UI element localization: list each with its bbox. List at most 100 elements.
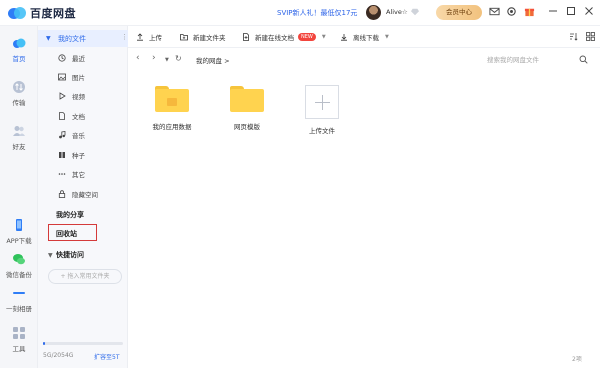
folder-icon [155,86,189,112]
breadcrumb[interactable]: 我的网盘 > [196,55,230,65]
sidebar-item-documents[interactable]: 文档 [58,110,85,122]
friends-icon [13,126,25,136]
title-bar: 百度网盘 SVIP新人礼！最低仅17元 Alive☆ 会员中心 [0,0,600,26]
sidebar-item-music[interactable]: 音乐 [58,129,85,141]
offline-download-button[interactable]: 离线下载 ▼ [340,31,389,43]
sidebar-item-torrents[interactable]: 种子 [58,149,85,161]
clock-icon [58,54,66,62]
chevron-down-icon[interactable]: ▼ [385,34,389,40]
sidebar-my-files-label: 我的文件 [58,35,86,43]
upload-icon [137,33,143,41]
sidebar-item-label: 文档 [72,113,85,121]
more-dots-icon[interactable]: ⋮ [121,33,128,41]
album-icon [13,292,25,294]
username[interactable]: Alive☆ [386,8,408,16]
rail-item-tools[interactable]: 工具 [0,326,38,353]
sidebar-quick-access[interactable]: 快捷访问 [56,250,84,260]
search-input[interactable] [475,52,592,67]
forward-arrow-icon[interactable]: › [152,53,156,63]
file-name: 网页模版 [234,123,260,131]
new-folder-button[interactable]: 新建文件夹 [180,31,226,43]
new-doc-icon [243,33,249,41]
folder-icon [230,86,264,112]
rail-label: 传输 [12,99,26,107]
grid-view-icon[interactable] [586,32,595,41]
lock-icon [58,190,66,198]
document-icon [59,112,65,120]
new-badge: NEW [298,33,316,41]
baidu-cloud-logo-icon [8,6,26,20]
close-icon[interactable] [584,6,594,16]
back-arrow-icon[interactable]: ‹ [136,53,140,63]
new-online-doc-label: 新建在线文档 [255,34,294,42]
sidebar-item-hidden-space[interactable]: 隐藏空间 [58,188,98,200]
rail-item-wechat-backup[interactable]: 微信备份 [0,252,38,279]
history-dropdown-icon[interactable]: ▼ [165,57,169,63]
add-quick-folder-button[interactable]: + 拖入常用文件夹 [48,269,122,284]
rail-item-album[interactable]: 一刻相册 [0,286,38,313]
search-icon[interactable] [579,55,588,64]
item-count: 2项 [572,356,582,363]
vip-gem-icon[interactable] [411,8,419,16]
maximize-icon[interactable] [566,6,576,16]
upload-button[interactable]: 上传 [136,31,162,43]
sidebar-item-videos[interactable]: 视频 [58,90,85,102]
file-name: 我的应用数据 [152,123,192,131]
sort-icon[interactable] [569,32,578,41]
rail-label: 好友 [12,143,26,151]
file-item-folder[interactable]: 网页模版 [212,86,282,131]
sidebar-my-share[interactable]: 我的分享 [56,210,84,220]
svip-promo-link[interactable]: SVIP新人礼！最低仅17元 [277,8,357,18]
rail-item-transfer[interactable]: 传输 [0,80,38,107]
app-title: 百度网盘 [30,7,76,20]
sidebar-item-label: 种子 [72,152,85,160]
tools-icon [13,327,25,339]
chevron-down-icon[interactable]: ▼ [322,34,326,40]
chevron-down-icon: ▼ [46,35,51,42]
sidebar-item-label: 隐藏空间 [72,191,98,199]
sidebar-item-other[interactable]: 其它 [58,168,85,180]
file-item-folder[interactable]: 我的应用数据 [137,86,207,131]
rail-item-app-download[interactable]: APP下载 [0,218,38,245]
phone-icon [16,219,22,231]
rail-item-friends[interactable]: 好友 [0,124,38,151]
sidebar-item-recent[interactable]: 最近 [58,52,85,64]
chevron-down-icon[interactable]: ▼ [48,252,53,259]
sidebar-recycle-bin[interactable]: 回收站 [56,229,77,239]
rail-item-home[interactable]: 首页 [0,36,38,63]
sidebar-my-files[interactable]: ▼ 我的文件 ⋮ [38,30,128,47]
rail-label: 一刻相册 [6,305,32,313]
search-box[interactable] [475,52,592,67]
sidebar-item-images[interactable]: 图片 [58,71,85,83]
member-center-button[interactable]: 会员中心 [436,5,482,20]
gift-icon[interactable] [524,6,535,17]
music-icon [59,131,66,139]
new-folder-label: 新建文件夹 [193,34,226,42]
sidebar: ▼ 我的文件 ⋮ 最近 图片 视频 文档 音乐 种子 其它 隐藏空间 我的分享 … [38,26,128,368]
file-name: 上传文件 [309,127,335,135]
sidebar-item-label: 其它 [72,171,85,179]
new-online-doc-button[interactable]: 新建在线文档 NEW ▼ [242,31,326,43]
sidebar-item-label: 视频 [72,93,85,101]
sidebar-item-label: 图片 [72,74,85,82]
transfer-icon [13,81,25,93]
storage-quota-fill [43,342,45,345]
offline-download-label: 离线下载 [353,34,379,42]
expand-storage-link[interactable]: 扩容至5T [94,352,119,361]
settings-icon[interactable] [506,6,517,17]
minimize-icon[interactable] [548,6,558,16]
plus-icon [305,85,339,119]
rail-label: APP下载 [6,237,32,245]
navigation-bar: ‹ › ▼ ↻ 我的网盘 > [128,48,600,70]
storage-quota-bar [43,342,123,345]
mail-icon[interactable] [489,6,500,17]
download-icon [341,34,347,41]
refresh-icon[interactable]: ↻ [175,54,182,63]
play-icon [59,92,66,100]
more-icon [58,173,66,175]
rail-label: 工具 [12,345,26,353]
upload-file-tile[interactable]: 上传文件 [287,85,357,135]
avatar[interactable] [366,5,381,20]
app-logo: 百度网盘 [8,5,76,21]
toolbar: 上传 新建文件夹 新建在线文档 NEW ▼ 离线下载 ▼ [128,26,600,48]
